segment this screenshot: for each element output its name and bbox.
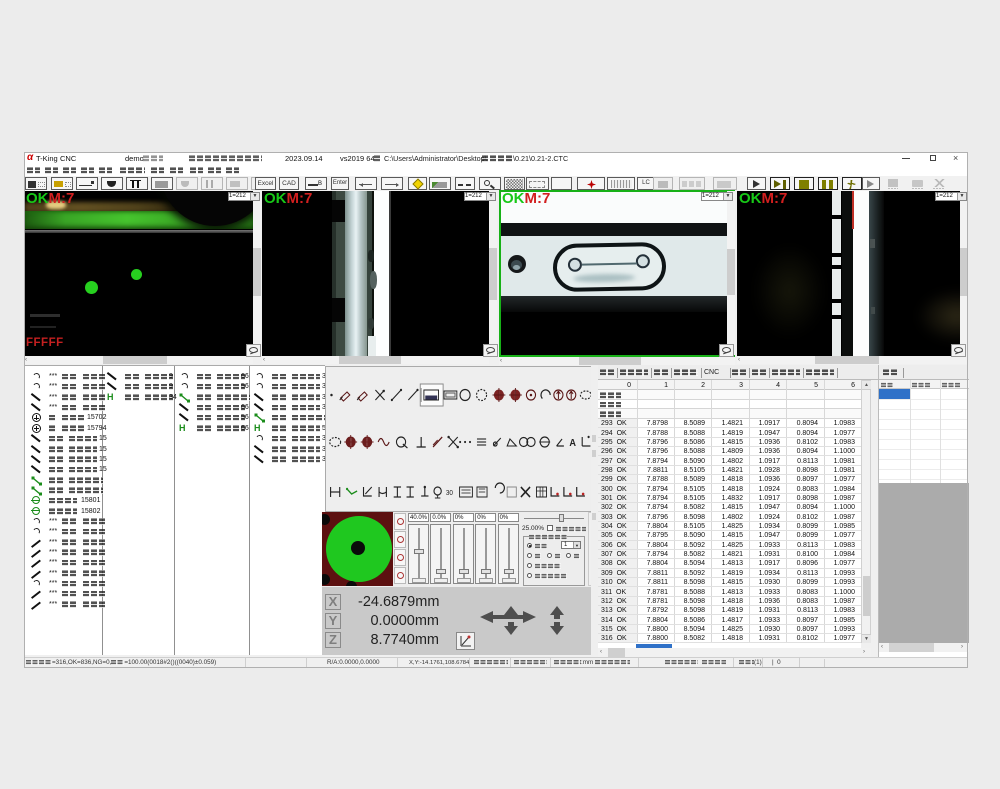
svg-text:A: A	[569, 438, 576, 449]
svg-text:30: 30	[446, 490, 453, 497]
